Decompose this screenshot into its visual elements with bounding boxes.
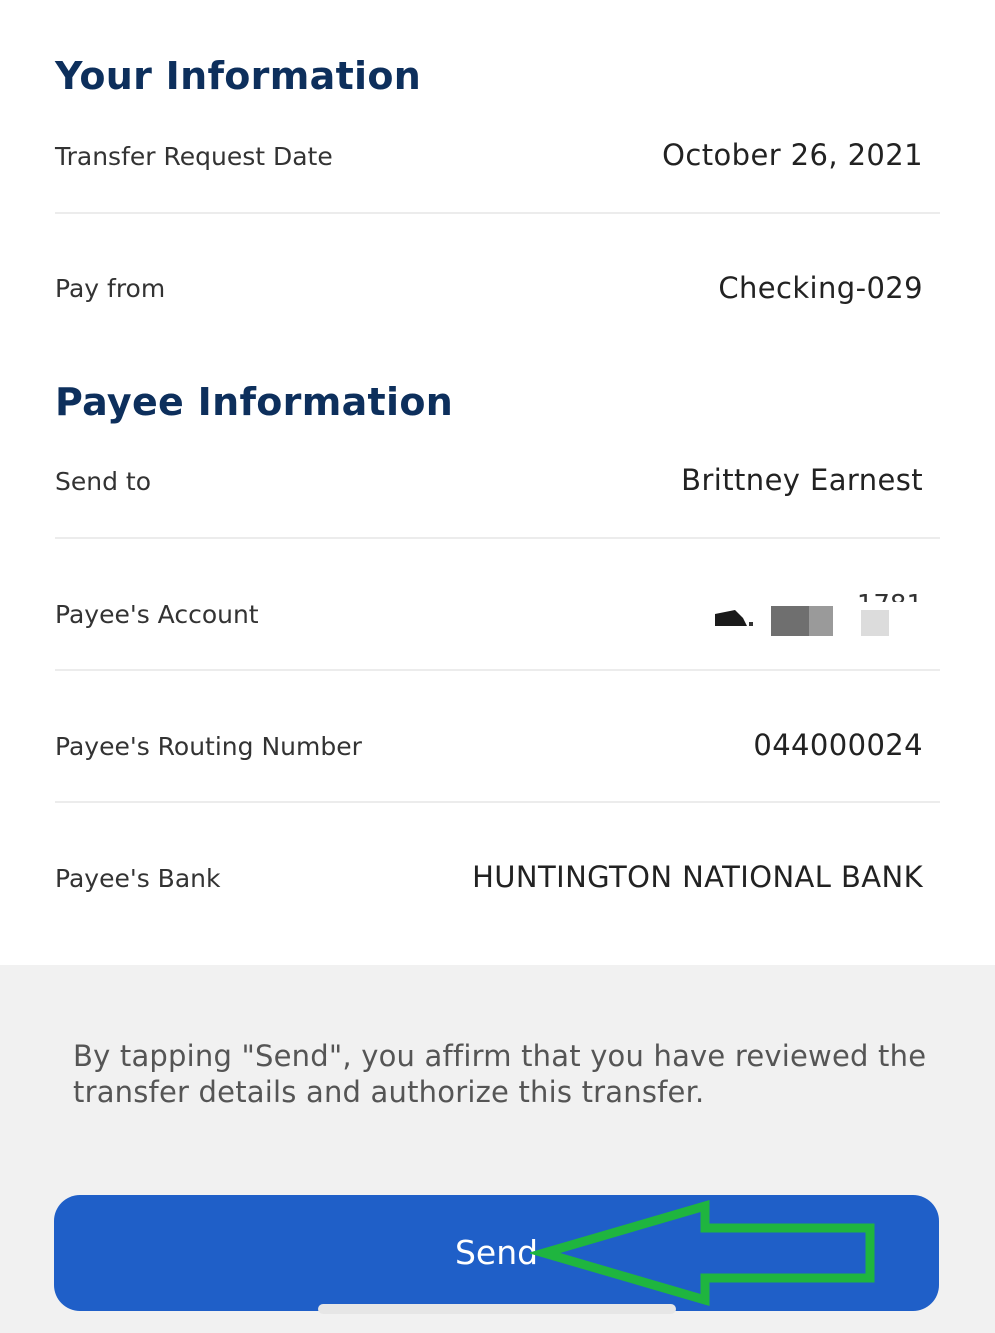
- transfer-date-label: Transfer Request Date: [55, 142, 333, 171]
- divider: [55, 537, 940, 539]
- divider: [55, 212, 940, 214]
- send-to-value: Brittney Earnest: [681, 463, 923, 497]
- payee-bank-value: HUNTINGTON NATIONAL BANK: [472, 860, 923, 894]
- redacted-account-number: [715, 606, 889, 636]
- home-indicator: [318, 1304, 676, 1314]
- payee-routing-value: 044000024: [753, 728, 923, 762]
- payee-account-value: 1781: [713, 590, 923, 638]
- payee-account-label: Payee's Account: [55, 600, 259, 629]
- authorization-disclaimer: By tapping "Send", you affirm that you h…: [73, 1039, 927, 1109]
- divider: [55, 801, 940, 803]
- transfer-review-screen: Your Information Transfer Request Date O…: [0, 0, 995, 1333]
- send-to-label: Send to: [55, 467, 152, 496]
- divider: [55, 669, 940, 671]
- payee-bank-label: Payee's Bank: [55, 864, 221, 893]
- pay-from-label: Pay from: [55, 274, 166, 303]
- your-information-heading: Your Information: [55, 54, 422, 98]
- arrow-left-icon: [530, 1199, 875, 1307]
- payee-information-heading: Payee Information: [55, 380, 454, 424]
- pay-from-value: Checking-029: [718, 271, 923, 305]
- transfer-date-value: October 26, 2021: [662, 138, 923, 172]
- payee-routing-label: Payee's Routing Number: [55, 732, 362, 761]
